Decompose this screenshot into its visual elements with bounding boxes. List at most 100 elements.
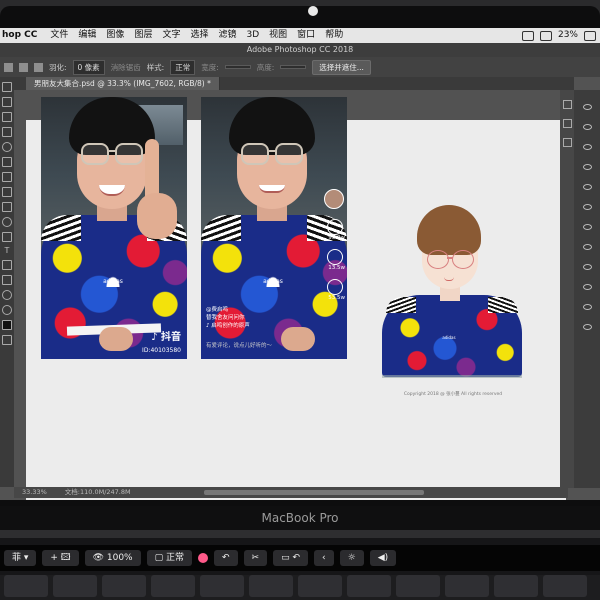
select-and-mask-button[interactable]: 选择并遮住...	[312, 59, 371, 75]
keyboard-key[interactable]	[53, 575, 97, 597]
dodge-tool-icon[interactable]	[2, 217, 12, 227]
layer-visibility-eye-icon[interactable]	[582, 144, 592, 150]
touchbar-key[interactable]: + 🖾	[42, 550, 79, 566]
eraser-tool-icon[interactable]	[2, 187, 12, 197]
height-label: 高度:	[256, 62, 275, 72]
history-panel-icon[interactable]	[562, 100, 572, 109]
touchbar-key[interactable]: ☼	[339, 550, 364, 566]
phone-screenshot-2: adidas 95.2w 13.5w 53.5w @费启鸣 替我舍友问问你 ♪ …	[201, 97, 347, 359]
add-selection-icon[interactable]	[34, 62, 43, 72]
menu-edit[interactable]: 编辑	[73, 28, 101, 43]
style-select[interactable]: 正常	[170, 59, 196, 75]
crop-tool-icon[interactable]	[2, 127, 12, 137]
color-dot-icon[interactable]	[198, 553, 208, 563]
lasso-tool-icon[interactable]	[2, 112, 12, 122]
panel-icons-strip	[560, 90, 574, 488]
menu-type[interactable]: 文字	[157, 28, 185, 43]
menu-layer[interactable]: 图层	[129, 28, 157, 43]
menu-help[interactable]: 帮助	[320, 28, 348, 43]
brush-tool-icon[interactable]	[2, 157, 12, 167]
options-bar: 羽化: 0 像素 消除锯齿 样式: 正常 宽度: 高度: 选择并遮住...	[0, 57, 600, 77]
pen-tool-icon[interactable]	[2, 232, 12, 242]
lower-hand	[281, 327, 315, 351]
touchbar-key[interactable]: 👁 100%	[84, 550, 141, 566]
move-tool-icon[interactable]	[2, 82, 12, 92]
menu-3d[interactable]: 3D	[242, 28, 265, 43]
width-input[interactable]	[224, 65, 251, 69]
keyboard-key[interactable]	[445, 575, 489, 597]
menu-image[interactable]: 图像	[101, 28, 129, 43]
layer-visibility-eye-icon[interactable]	[582, 164, 592, 170]
layer-visibility-eye-icon[interactable]	[582, 244, 592, 250]
touchbar-key[interactable]: 菲 ▾	[4, 550, 37, 566]
feather-label: 羽化:	[49, 62, 67, 72]
layer-visibility-eye-icon[interactable]	[582, 224, 592, 230]
illustration-glasses-left	[427, 250, 449, 269]
keyboard-key[interactable]	[249, 575, 293, 597]
layer-visibility-eye-icon[interactable]	[582, 124, 592, 130]
stamp-tool-icon[interactable]	[2, 172, 12, 182]
touchbar-key[interactable]: ◀)	[369, 550, 397, 566]
hand-tool-icon[interactable]	[2, 290, 12, 300]
illustration-hair	[417, 205, 481, 255]
keyboard-key[interactable]	[200, 575, 244, 597]
feather-input[interactable]: 0 像素	[72, 59, 105, 75]
douyin-logo: ♪ 抖音	[151, 332, 181, 343]
zoom-level[interactable]: 33.33%	[22, 487, 47, 498]
keyboard-key[interactable]	[151, 575, 195, 597]
keyboard-key[interactable]	[4, 575, 48, 597]
marquee-tool-icon[interactable]	[2, 97, 12, 107]
battery-percent: 23%	[557, 30, 578, 40]
menu-app-name[interactable]: hop CC	[0, 28, 45, 43]
wifi-icon[interactable]	[521, 30, 534, 41]
touchbar-key[interactable]: ▢ 正常	[146, 550, 192, 566]
zoom-tool-icon[interactable]	[2, 305, 12, 315]
properties-panel-icon[interactable]	[562, 119, 572, 128]
new-selection-icon[interactable]	[19, 62, 28, 72]
menu-view[interactable]: 视图	[264, 28, 292, 43]
layer-visibility-eye-icon[interactable]	[582, 184, 592, 190]
glasses-bridge	[109, 150, 116, 152]
marquee-tool-icon[interactable]	[4, 62, 13, 72]
layer-visibility-eye-icon[interactable]	[582, 264, 592, 270]
document-size[interactable]: 文档:110.0M/247.8M	[65, 487, 131, 498]
layer-visibility-eye-icon[interactable]	[582, 304, 592, 310]
menu-filter[interactable]: 滤镜	[213, 28, 241, 43]
color-swatch-icon[interactable]	[2, 320, 12, 330]
mac-menu-bar: hop CC 文件 编辑 图像 图层 文字 选择 滤镜 3D 视图 窗口 帮助 …	[0, 28, 600, 43]
menu-window[interactable]: 窗口	[292, 28, 320, 43]
layer-visibility-eye-icon[interactable]	[582, 204, 592, 210]
antialias-checkbox[interactable]: 消除锯齿	[111, 62, 141, 73]
type-tool-icon[interactable]: T	[3, 247, 11, 255]
layer-visibility-eye-icon[interactable]	[582, 104, 592, 110]
illustration-stripes	[488, 297, 518, 313]
quick-mask-icon[interactable]	[2, 335, 12, 345]
horizontal-scrollbar[interactable]	[204, 490, 424, 495]
battery-icon[interactable]	[584, 30, 596, 41]
shape-tool-icon[interactable]	[2, 275, 12, 285]
menu-select[interactable]: 选择	[185, 28, 213, 43]
keyboard-key[interactable]	[396, 575, 440, 597]
layer-visibility-eye-icon[interactable]	[582, 284, 592, 290]
keyboard-key[interactable]	[543, 575, 587, 597]
keyboard-key[interactable]	[494, 575, 538, 597]
layer-visibility-eye-icon[interactable]	[582, 324, 592, 330]
touchbar-key[interactable]: ▭ ↶	[273, 550, 308, 566]
document-tab[interactable]: 男朋友大集合.psd @ 33.3% (IMG_7602, RGB/8) *	[26, 77, 220, 90]
adjustments-panel-icon[interactable]	[562, 138, 572, 147]
touchbar-key[interactable]: ↶	[214, 550, 238, 566]
keyboard-key[interactable]	[102, 575, 146, 597]
touchbar-key[interactable]: ✂	[243, 550, 268, 566]
airplay-icon[interactable]	[539, 30, 552, 41]
menu-file[interactable]: 文件	[45, 28, 73, 43]
keyboard-key[interactable]	[347, 575, 391, 597]
keyboard-key[interactable]	[298, 575, 342, 597]
eyedropper-tool-icon[interactable]	[2, 142, 12, 152]
illustration-neck	[440, 287, 460, 301]
height-input[interactable]	[280, 65, 307, 69]
path-select-tool-icon[interactable]	[2, 260, 12, 270]
gradient-tool-icon[interactable]	[2, 202, 12, 212]
width-label: 宽度:	[201, 62, 219, 72]
layers-panel	[574, 90, 600, 488]
touchbar-key[interactable]: ‹	[314, 550, 334, 566]
